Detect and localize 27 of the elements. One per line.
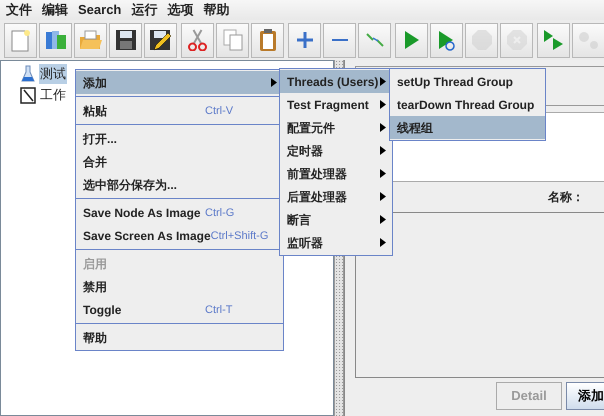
- menu-item-label: Test Fragment: [287, 98, 369, 112]
- name-label: 名称：: [548, 189, 584, 206]
- menu-item-label: 启用: [83, 256, 107, 270]
- menu-item-label: Toggle: [83, 302, 122, 316]
- menu-item-label: setUp Thread Group: [397, 74, 514, 88]
- menu-item-label: 帮助: [83, 330, 107, 344]
- menu-item-label: 后置处理器: [287, 190, 347, 204]
- shortcut-text: Ctrl+Shift-G: [210, 230, 268, 242]
- menu-item-label: tearDown Thread Group: [397, 98, 534, 112]
- menu-item-label: 合并: [83, 154, 107, 168]
- menu-item-label: 监听器: [287, 236, 323, 250]
- menu-item-label: 选中部分保存为...: [83, 178, 178, 192]
- menu-item-label: 粘贴: [83, 104, 107, 118]
- menu-item-label: 打开...: [83, 132, 118, 146]
- menu-item-label: 禁用: [83, 280, 107, 294]
- menu-item-label: 配置元件: [287, 120, 335, 134]
- menu-item-label: Threads (Users): [287, 74, 378, 88]
- menu-item-label: 断言: [287, 212, 311, 226]
- menu-item-label: 定时器: [287, 144, 323, 158]
- menu-item-label: Save Node As Image: [83, 206, 201, 220]
- menu-item-label: 前置处理器: [287, 166, 347, 180]
- shortcut-text: Ctrl-T: [205, 304, 232, 316]
- menu-item-label: 线程组: [397, 120, 433, 134]
- menu-item-label: 添加: [83, 76, 107, 90]
- shortcut-text: Ctrl-V: [205, 105, 234, 118]
- shortcut-text: Ctrl-G: [205, 207, 234, 220]
- menu-item-label: Save Screen As Image: [83, 228, 211, 242]
